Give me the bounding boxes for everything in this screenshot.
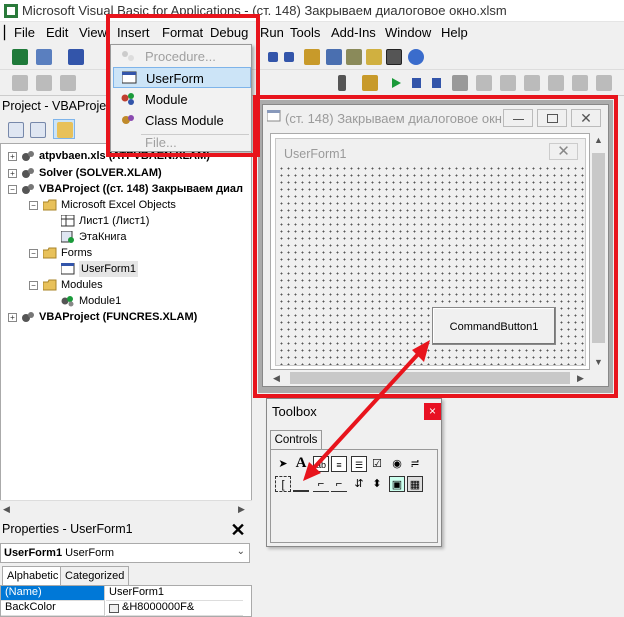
annotation-arrow: [303, 340, 430, 481]
